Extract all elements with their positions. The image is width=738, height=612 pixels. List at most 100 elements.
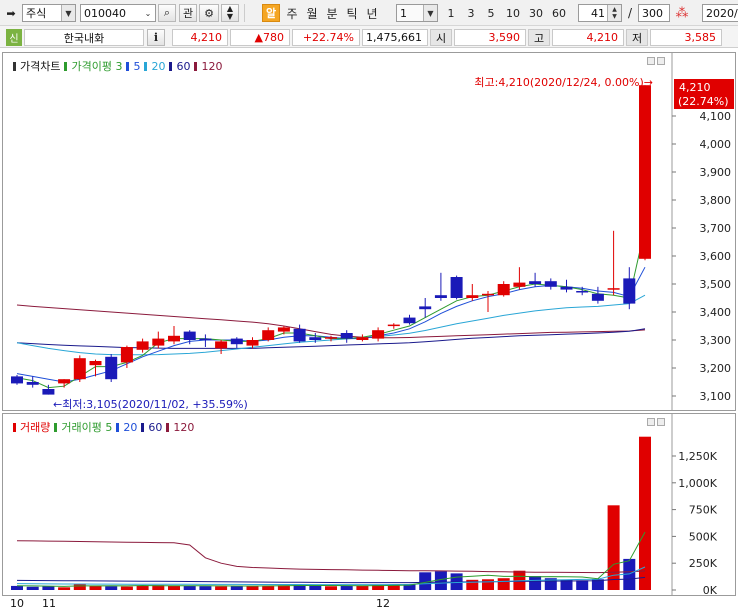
toolbar-divider [244,4,245,22]
volume-y-tick-label: 500K [689,530,718,543]
period-minute-button[interactable]: 분 [323,4,341,22]
volume-ma120-line [16,540,646,574]
volume-bar [576,580,589,590]
quote-bar: 신 한국내화 i 4,210 ▲780 +22.74% 1,475,661 시 … [0,26,738,48]
trade-volume: 1,475,661 [362,29,428,46]
low-price: 3,585 [650,29,722,46]
candle-body [529,281,542,284]
candle-body [450,277,463,298]
stock-code-value: 010040 [84,6,126,20]
info-button[interactable]: i [147,29,165,46]
candle-body [89,361,102,366]
candle-body [403,317,416,324]
candle-body [73,358,86,380]
candle-body [497,284,510,296]
candle-body [466,295,479,298]
price-y-tick-label: 4,100 [700,110,732,123]
chevron-down-icon[interactable]: ⌄ [141,5,155,21]
count-stepper-icon[interactable]: ▲ ▼ [607,5,621,21]
candle-body [11,376,23,384]
credit-badge: 신 [6,29,22,46]
candle-body [325,337,337,339]
period-day-button[interactable]: 알 [262,4,280,22]
volume-bar [105,586,118,590]
candle-body [120,347,133,363]
total-count-input[interactable]: 300 [638,4,670,22]
minute-30-button[interactable]: 30 [526,4,546,22]
count-separator: / [627,6,633,20]
candle-body [576,291,589,293]
minute-3-button[interactable]: 3 [463,4,479,22]
high-label: 고 [528,29,550,46]
interval-select[interactable]: 1 ▼ [396,4,438,22]
minute-60-button[interactable]: 60 [549,4,569,22]
candle-body [356,337,369,340]
candle-body [215,341,228,349]
minute-5-button[interactable]: 5 [483,4,499,22]
period-week-button[interactable]: 주 [283,4,301,22]
candle-body [246,340,259,346]
high-note: 최고:4,210(2020/12/24, 0.00%)→ [474,76,653,89]
market-select[interactable]: 주식 ▼ [22,4,76,22]
price-y-tick-label: 4,000 [700,138,732,151]
display-count-value: 41 [591,6,605,20]
chevron-down-icon[interactable]: ▼ [61,5,75,21]
candle-body [560,286,573,290]
x-axis: 10 11 12 [0,596,738,612]
watchlist-button[interactable]: 관 [179,4,197,22]
volume-bar [340,585,353,590]
volume-y-tick-label: 750K [689,504,718,517]
chevron-down-icon[interactable]: ▼ [423,5,437,21]
volume-bar [199,586,212,590]
arrow-right-icon[interactable]: ➡ [2,4,20,22]
candle-body [340,333,353,339]
volume-bar [215,586,228,590]
chart-toolbar: ➡ 주식 ▼ 010040 ⌄ ⌕ 관 ⚙ ▲ ▼ 알 주 월 분 틱 년 1 ▼… [0,0,738,26]
total-count-value: 300 [642,6,663,20]
volume-bar [26,586,39,590]
volume-bar [42,586,55,590]
grid-settings-icon[interactable]: ⁂ [673,4,691,22]
period-month-button[interactable]: 월 [303,4,321,22]
volume-bar [136,585,149,590]
price-y-tick-label: 3,600 [700,250,732,263]
search-icon[interactable]: ⌕ [158,4,176,22]
date-input[interactable]: 2020/ [702,4,738,22]
minute-10-button[interactable]: 10 [503,4,523,22]
volume-plot[interactable]: 1,250K 1,000K 750K 500K 250K 0K [3,414,735,595]
price-y-tick-label: 3,100 [700,390,732,403]
candle-body [639,85,651,259]
candle-body [183,331,196,340]
period-year-button[interactable]: 년 [363,4,381,22]
volume-y-tick-label: 1,250K [678,450,717,463]
price-ma120-line [16,304,646,339]
x-tick-label: 12 [376,597,390,610]
candle-body [623,278,636,304]
period-tick-button[interactable]: 틱 [343,4,361,22]
volume-y-tick-label: 1,000K [678,477,717,490]
candle-body [58,379,71,384]
volume-bar [168,585,180,590]
open-label: 시 [430,29,452,46]
candle-body [230,338,243,345]
candle-body [136,341,149,350]
volume-bar [482,579,494,590]
interval-select-value: 1 [400,6,407,20]
price-y-tick-label: 3,200 [700,362,732,375]
price-chart-panel: 가격차트 가격이평 3 5 20 60 120 4,100 4,000 3,900 3… [2,52,736,411]
volume-chart-panel: 거래량 거래이평 5 20 60 120 1,250K 1,000K 750K 500… [2,413,736,596]
minute-1-button[interactable]: 1 [443,4,459,22]
price-plot[interactable]: 4,100 4,000 3,900 3,800 3,700 3,600 3,500 3,400… [3,53,735,410]
stock-code-input[interactable]: 010040 ⌄ [80,4,156,22]
candle-body [168,335,180,342]
up-down-stepper[interactable]: ▲ ▼ [221,4,239,22]
candle-body [419,306,432,310]
candle-body [372,330,385,339]
candle-body [105,356,118,380]
display-count-input[interactable]: 41 ▲ ▼ [578,4,622,22]
stock-name: 한국내화 [24,29,144,46]
volume-bar [183,585,196,590]
volume-bar [73,583,86,590]
settings-icon[interactable]: ⚙ [199,4,219,22]
candle-body [607,288,620,290]
